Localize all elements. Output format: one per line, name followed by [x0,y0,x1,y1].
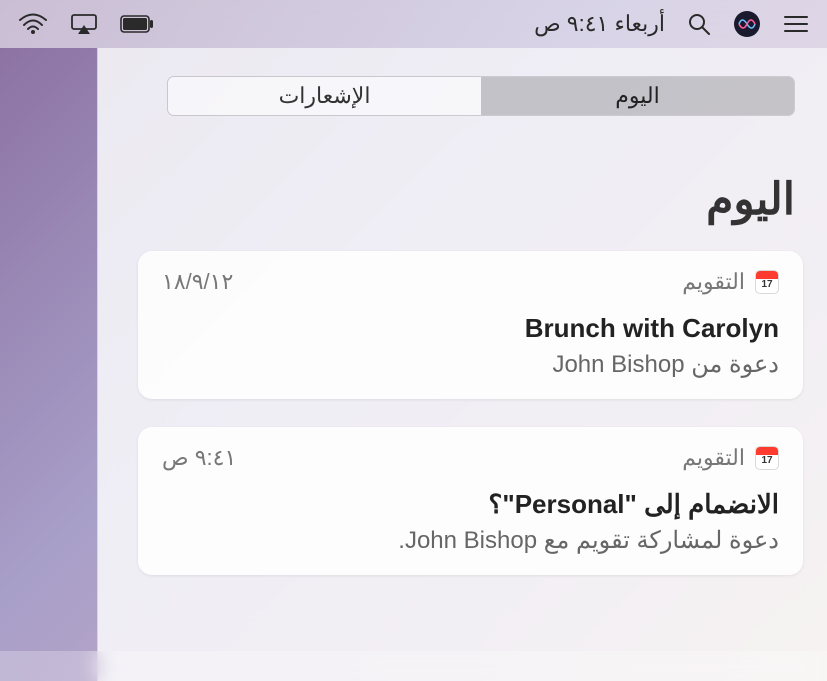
tab-today[interactable]: اليوم [481,77,794,115]
calendar-icon: 17 [755,446,779,470]
tab-notifications-label: الإشعارات [279,83,371,109]
tab-notifications[interactable]: الإشعارات [168,77,481,115]
card-app-name: التقويم [682,445,745,471]
spotlight-search-icon[interactable] [687,12,711,36]
view-segmented-control: اليوم الإشعارات [167,76,795,116]
menubar-clock[interactable]: أربعاء ٩:٤١ ص [534,11,665,37]
card-timestamp: ٩:٤١ ص [162,445,236,471]
card-subtitle: دعوة من John Bishop [162,350,779,379]
airplay-icon[interactable] [70,13,98,35]
siri-icon[interactable] [733,10,761,38]
wifi-icon[interactable] [18,13,48,35]
bottom-edge-blur [0,651,827,681]
menu-bar: أربعاء ٩:٤١ ص [0,0,827,48]
notification-card[interactable]: 17 التقويم ٩:٤١ ص الانضمام إلى "Personal… [138,427,803,575]
battery-icon[interactable] [120,15,154,33]
tab-today-label: اليوم [615,83,659,109]
card-title: الانضمام إلى "Personal"؟ [162,489,779,520]
calendar-icon: 17 [755,270,779,294]
card-app-name: التقويم [682,269,745,295]
notification-card[interactable]: 17 التقويم ١٨/٩/١٢ Brunch with Carolyn د… [138,251,803,399]
card-header: 17 التقويم ١٨/٩/١٢ [162,269,779,295]
today-heading: اليوم [138,174,803,225]
notification-center-icon[interactable] [783,13,809,35]
card-app-label: 17 التقويم [682,445,779,471]
card-timestamp: ١٨/٩/١٢ [162,269,233,295]
card-subtitle: دعوة لمشاركة تقويم مع John Bishop. [162,526,779,555]
card-app-label: 17 التقويم [682,269,779,295]
card-header: 17 التقويم ٩:٤١ ص [162,445,779,471]
card-title: Brunch with Carolyn [162,313,779,344]
notification-center-panel: اليوم الإشعارات اليوم 17 التقويم ١٨/٩/١٢… [97,48,827,681]
